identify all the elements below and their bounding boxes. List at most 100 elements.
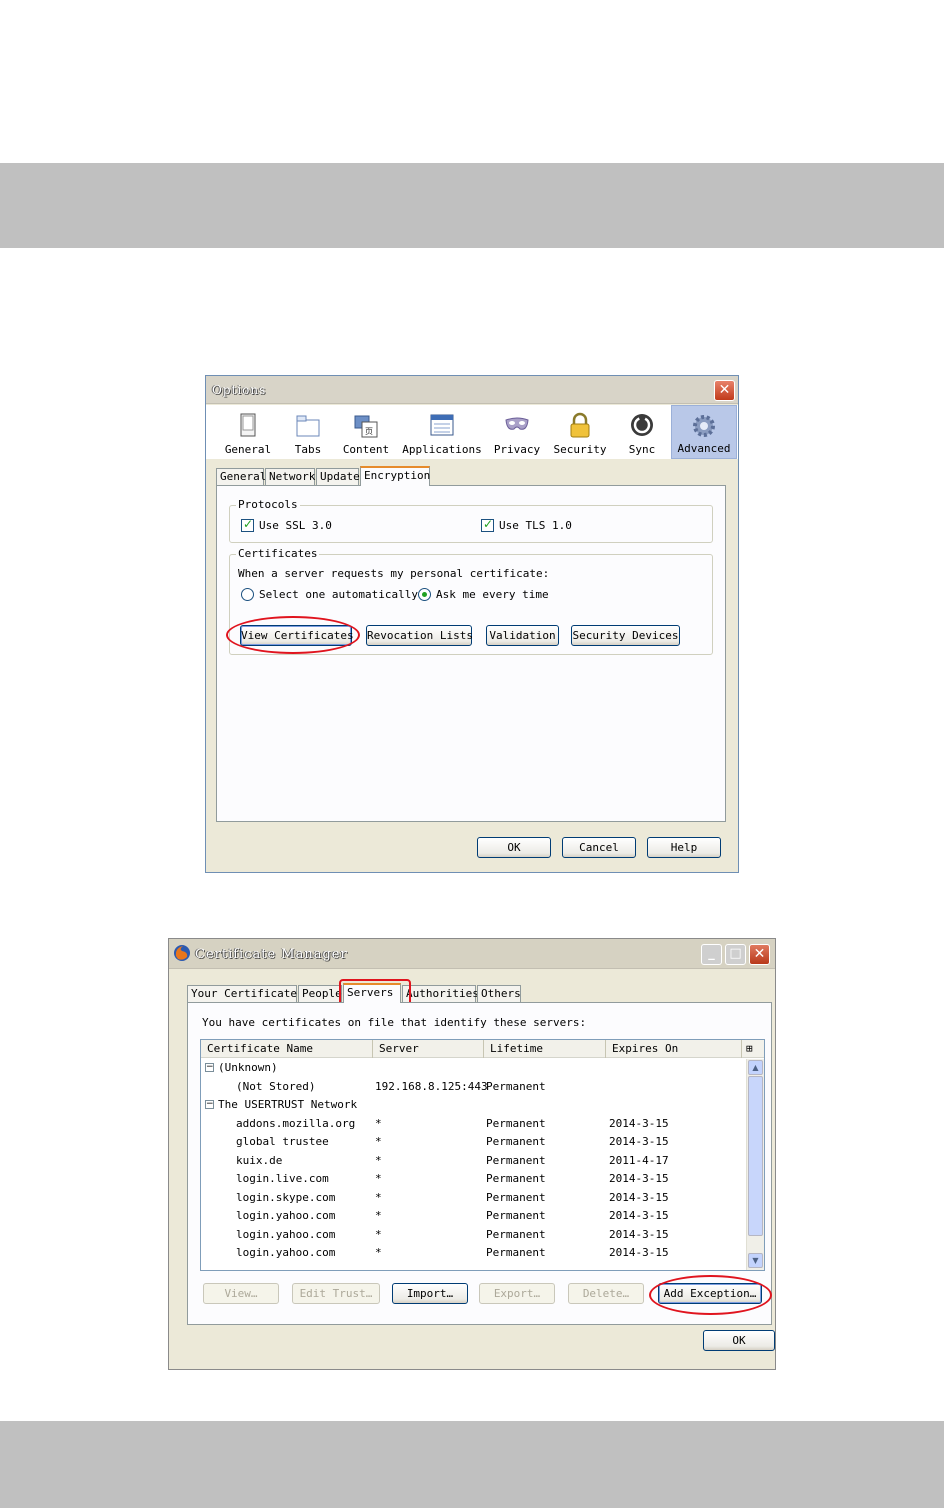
maximize-button[interactable]: □: [725, 944, 746, 965]
column-server[interactable]: Server: [373, 1040, 484, 1058]
tree-header: Certificate Name Server Lifetime Expires…: [201, 1040, 764, 1058]
toolbar-security[interactable]: Security: [552, 405, 608, 459]
scroll-down-button[interactable]: ▼: [748, 1253, 763, 1268]
options-titlebar: Options ✕: [206, 376, 738, 404]
tab-encryption[interactable]: Encryption: [360, 466, 430, 486]
ok-button[interactable]: OK: [703, 1330, 775, 1351]
toolbar-label: Content: [342, 443, 390, 456]
scroll-up-button[interactable]: ▲: [748, 1060, 763, 1075]
server-cell: *: [375, 1135, 382, 1148]
toolbar-label: Privacy: [493, 443, 541, 456]
tls-checkbox[interactable]: [481, 517, 494, 532]
table-row[interactable]: (Not Stored) 192.168.8.125:443 Permanent: [201, 1078, 746, 1096]
import-button[interactable]: Import…: [392, 1283, 468, 1304]
table-row[interactable]: kuix.de * Permanent 2011-4-17: [201, 1152, 746, 1170]
toolbar-advanced[interactable]: Advanced: [671, 405, 737, 459]
toolbar-privacy[interactable]: Privacy: [492, 405, 542, 459]
group-name: The USERTRUST Network: [218, 1098, 358, 1111]
column-certificate-name[interactable]: Certificate Name: [201, 1040, 373, 1058]
expires-cell: 2014-3-15: [609, 1209, 669, 1222]
group-name: (Unknown): [218, 1061, 278, 1074]
radio-ask-label: Ask me every time: [436, 588, 549, 601]
expires-cell: 2014-3-15: [609, 1135, 669, 1148]
toolbar-label: Sync: [628, 443, 656, 456]
tree-group-row[interactable]: − (Unknown): [201, 1059, 746, 1077]
export-button[interactable]: Export…: [479, 1283, 555, 1304]
toolbar-content[interactable]: 页 Content: [340, 405, 392, 459]
validation-button[interactable]: Validation: [486, 625, 559, 646]
server-certificate-tree[interactable]: Certificate Name Server Lifetime Expires…: [200, 1039, 765, 1271]
tab-general[interactable]: General: [216, 468, 266, 485]
table-row[interactable]: login.yahoo.com * Permanent 2014-3-15: [201, 1226, 746, 1244]
radio-ask-every-time[interactable]: [418, 588, 431, 601]
lifetime-cell: Permanent: [486, 1209, 546, 1222]
server-cell: *: [375, 1172, 382, 1185]
toolbar-applications[interactable]: Applications: [400, 405, 484, 459]
radio-select-automatically[interactable]: [241, 588, 254, 601]
table-row[interactable]: login.skype.com * Permanent 2014-3-15: [201, 1189, 746, 1207]
minimize-button[interactable]: _: [701, 944, 722, 965]
column-picker-icon[interactable]: ⊞: [742, 1040, 764, 1058]
certmgr-title: Certificate Manager: [195, 947, 348, 962]
edit-trust-button[interactable]: Edit Trust…: [292, 1283, 380, 1304]
certificate-name-cell: login.skype.com: [236, 1190, 336, 1204]
delete-button[interactable]: Delete…: [568, 1283, 644, 1304]
collapse-icon[interactable]: −: [205, 1100, 214, 1109]
options-dialog: Options ✕ General Tabs 页 Content Applica…: [205, 375, 739, 873]
toolbar-general[interactable]: General: [222, 405, 274, 459]
toolbar-sync[interactable]: Sync: [618, 405, 666, 459]
tree-group-row[interactable]: − The USERTRUST Network: [201, 1096, 746, 1114]
column-lifetime[interactable]: Lifetime: [484, 1040, 606, 1058]
column-expires-on[interactable]: Expires On: [606, 1040, 742, 1058]
vertical-scrollbar[interactable]: ▲ ▼: [746, 1059, 764, 1270]
tab-update[interactable]: Update: [316, 468, 360, 485]
applications-icon: [430, 414, 454, 436]
tab-your-certificates[interactable]: Your Certificates: [187, 985, 304, 1002]
bottom-gray-band: [0, 1421, 944, 1508]
table-row[interactable]: login.yahoo.com * Permanent 2014-3-15: [201, 1244, 746, 1262]
advanced-tabs: General Network Update Encryption: [216, 466, 726, 486]
security-devices-button[interactable]: Security Devices: [571, 625, 680, 646]
toolbar-tabs[interactable]: Tabs: [284, 405, 332, 459]
certificate-manager-window: Certificate Manager _ □ ✕ Your Certifica…: [168, 938, 776, 1370]
certificate-name-cell: addons.mozilla.org: [236, 1116, 356, 1130]
certificate-name-cell: login.live.com: [236, 1172, 329, 1185]
protocols-group: Protocols Use SSL 3.0 Use TLS 1.0: [229, 498, 713, 543]
svg-text:页: 页: [365, 427, 373, 436]
table-row[interactable]: login.live.com * Permanent 2014-3-15: [201, 1170, 746, 1188]
ssl-checkbox[interactable]: [241, 517, 254, 532]
ok-button[interactable]: OK: [477, 837, 551, 858]
certificate-name-cell: (Not Stored): [236, 1079, 316, 1093]
certmgr-titlebar: Certificate Manager _ □ ✕: [169, 939, 775, 969]
servers-description: You have certificates on file that ident…: [202, 1016, 587, 1029]
table-row[interactable]: login.yahoo.com * Permanent 2014-3-15: [201, 1207, 746, 1225]
lifetime-cell: Permanent: [486, 1172, 546, 1185]
tab-people[interactable]: People: [298, 985, 342, 1002]
certificate-prompt: When a server requests my personal certi…: [238, 567, 550, 580]
server-cell: *: [375, 1246, 382, 1259]
options-toolbar: General Tabs 页 Content Applications Priv…: [206, 405, 738, 459]
cancel-button[interactable]: Cancel: [562, 837, 636, 858]
tab-network[interactable]: Network: [265, 468, 315, 485]
expires-cell: 2014-3-15: [609, 1190, 669, 1204]
expires-cell: 2014-3-15: [609, 1246, 669, 1259]
server-cell: *: [375, 1209, 382, 1222]
toolbar-label: General: [224, 443, 272, 456]
view-button[interactable]: View…: [203, 1283, 279, 1304]
close-button[interactable]: ✕: [749, 944, 770, 965]
table-row[interactable]: global trustee * Permanent 2014-3-15: [201, 1133, 746, 1151]
revocation-lists-button[interactable]: Revocation Lists: [366, 625, 473, 646]
server-cell: *: [375, 1227, 382, 1241]
tab-servers[interactable]: Servers: [343, 983, 401, 1003]
collapse-icon[interactable]: −: [205, 1063, 214, 1072]
scroll-thumb[interactable]: [748, 1076, 763, 1236]
tab-others[interactable]: Others: [477, 985, 521, 1002]
close-button[interactable]: ✕: [714, 380, 735, 401]
expires-cell: 2011-4-17: [609, 1153, 669, 1167]
table-row[interactable]: addons.mozilla.org * Permanent 2014-3-15: [201, 1115, 746, 1133]
tab-authorities[interactable]: Authorities: [402, 985, 479, 1002]
lifetime-cell: Permanent: [486, 1190, 546, 1204]
help-button[interactable]: Help: [647, 837, 721, 858]
tls-label: Use TLS 1.0: [499, 519, 572, 532]
sync-icon: [631, 414, 653, 436]
